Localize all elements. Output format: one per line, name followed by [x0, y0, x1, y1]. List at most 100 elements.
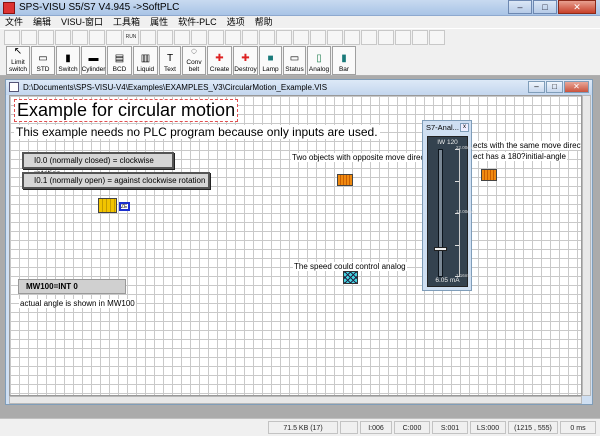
cylinder-tool[interactable]: ▬ Cylinder [81, 46, 106, 75]
s7-scale-mid: 12.00mA [456, 209, 475, 214]
plc-connect-icon[interactable] [344, 30, 360, 45]
liquid-tool[interactable]: ▥ Liquid [133, 46, 158, 75]
status-ls: LS:000 [470, 421, 506, 434]
conveyor-belt-tool[interactable]: ◌ Conv belt [182, 46, 206, 75]
input-button-i0-0[interactable]: I0.0 (normally closed) = clockwise rotat… [22, 152, 174, 178]
horizontal-scrollbar[interactable] [9, 396, 582, 404]
send-back-icon[interactable] [310, 30, 326, 45]
doc-close-button[interactable]: ✕ [564, 81, 589, 93]
menu-softplc[interactable]: 软件-PLC [173, 16, 222, 28]
bcd-icon: ▤ [114, 53, 125, 64]
copy-icon[interactable] [89, 30, 105, 45]
s7-analog-title: S7-Anal... [426, 123, 459, 132]
create-tool[interactable]: ✚ Create [207, 46, 232, 75]
run-button[interactable]: RUN [123, 30, 139, 45]
undo-icon[interactable] [106, 30, 122, 45]
analog-icon[interactable] [378, 30, 394, 45]
document-icon [9, 82, 19, 92]
open-file-icon[interactable] [21, 30, 37, 45]
destroy-icon: ✚ [241, 53, 250, 64]
std-tool[interactable]: ▭ STD [31, 46, 55, 75]
save-icon[interactable] [38, 30, 54, 45]
close-button[interactable]: ✕ [558, 0, 596, 14]
s7-slider-knob[interactable] [434, 246, 447, 251]
mw100-note: actual angle is shown in MW100 [19, 299, 136, 308]
ungroup-icon[interactable] [276, 30, 292, 45]
analog-speed-object [343, 271, 358, 284]
io-monitor-icon[interactable] [361, 30, 377, 45]
info-icon[interactable] [412, 30, 428, 45]
window-title: SPS-VISU S5/S7 V4.945 ->SoftPLC [19, 2, 180, 13]
label-opposite-direction: Two objects with opposite move directio [291, 153, 434, 162]
rotating-object-lamp [98, 198, 117, 213]
doc-maximize-button[interactable]: □ [546, 81, 563, 93]
document-title-bar: D:\Documents\SPS-VISU-V4\Examples\EXAMPL… [6, 80, 592, 95]
menu-help[interactable]: 帮助 [250, 16, 278, 28]
vertical-scrollbar[interactable] [582, 95, 591, 396]
s7-value: 6.05 mA [435, 277, 460, 284]
group-icon[interactable] [259, 30, 275, 45]
menu-options[interactable]: 选项 [222, 16, 250, 28]
menu-toolbox[interactable]: 工具箱 [108, 16, 145, 28]
status-memory: 71.5 KB (17) [268, 421, 338, 434]
zoom-icon[interactable] [327, 30, 343, 45]
bar-tool[interactable]: ▮ Bar [332, 46, 356, 75]
s7-analog-window: S7-Anal... x IW 120 22.00mA 12.00mA 1.16… [422, 120, 475, 291]
s7-slider-track[interactable] [438, 149, 443, 277]
menu-visu-window[interactable]: VISU-窗口 [56, 16, 108, 28]
grid-icon[interactable] [225, 30, 241, 45]
stop-icon[interactable] [140, 30, 156, 45]
standard-toolbar: RUN [0, 28, 600, 46]
example-heading: Example for circular motion [14, 99, 239, 122]
print-icon[interactable] [55, 30, 71, 45]
align-left-icon[interactable] [157, 30, 173, 45]
menu-edit[interactable]: 编辑 [28, 16, 56, 28]
lamp-tool[interactable]: ■ Lamp [259, 46, 282, 75]
align-top-icon[interactable] [191, 30, 207, 45]
maximize-button[interactable]: □ [533, 0, 557, 14]
align-bottom-icon[interactable] [208, 30, 224, 45]
input-button-i0-1[interactable]: I0.1 (normally open) = against clockwise… [22, 172, 210, 189]
bcd-tool[interactable]: ▤ BCD [107, 46, 132, 75]
status-bar: 71.5 KB (17) I:006 C:000 S:001 LS:000 (1… [0, 418, 600, 436]
s7-scale-top: 22.00mA [456, 145, 475, 150]
status-tool[interactable]: ▭ Status [283, 46, 306, 75]
cut-icon[interactable] [72, 30, 88, 45]
mw100-display: MW100=INT 0 [18, 279, 126, 294]
settings-icon[interactable] [395, 30, 411, 45]
status-cycle-time: 0 ms [560, 421, 596, 434]
menu-file[interactable]: 文件 [0, 16, 28, 28]
switch-icon: ▮ [65, 53, 71, 64]
text-icon: T [166, 53, 174, 64]
example-subheading: This example needs no PLC program becaus… [14, 125, 380, 139]
title-bar: SPS-VISU S5/S7 V4.945 ->SoftPLC – □ ✕ [0, 0, 600, 16]
align-right-icon[interactable] [174, 30, 190, 45]
label-same-direction: ects with the same move direction [472, 141, 581, 150]
analog-tool[interactable]: ▯ Analog [307, 46, 331, 75]
lamp-icon: ■ [267, 53, 274, 64]
switch-tool[interactable]: ▮ Switch [56, 46, 80, 75]
limit-switch-tool[interactable]: ↖ Limit switch [6, 46, 30, 75]
cylinder-icon: ▬ [88, 53, 99, 64]
menu-bar: 文件 编辑 VISU-窗口 工具箱 属性 软件-PLC 选项 帮助 [0, 16, 600, 28]
object-toolbox: ↖ Limit switch ▭ STD ▮ Switch ▬ Cylinder ▤ BC… [0, 46, 600, 76]
new-file-icon[interactable] [4, 30, 20, 45]
text-tool[interactable]: T Text [159, 46, 181, 75]
visualization-canvas[interactable]: Example for circular motion This example… [9, 95, 582, 396]
s7-close-button[interactable]: x [460, 123, 469, 132]
destroy-tool[interactable]: ✚ Destroy [233, 46, 258, 75]
menu-properties[interactable]: 属性 [145, 16, 173, 28]
label-initial-angle: ect has a 180?initial-angle [472, 152, 567, 161]
bring-front-icon[interactable] [293, 30, 309, 45]
bar-chart-icon: ▮ [341, 53, 347, 64]
liquid-icon: ▥ [140, 53, 151, 64]
create-icon: ✚ [215, 53, 224, 64]
label-speed-control: The speed could control analog [293, 262, 407, 271]
app-icon [3, 2, 15, 14]
doc-minimize-button[interactable]: – [528, 81, 545, 93]
minimize-button[interactable]: – [508, 0, 532, 14]
analog-icon: ▯ [316, 53, 322, 64]
status-indicator [340, 421, 358, 434]
help-icon[interactable] [429, 30, 445, 45]
layer-icon[interactable] [242, 30, 258, 45]
